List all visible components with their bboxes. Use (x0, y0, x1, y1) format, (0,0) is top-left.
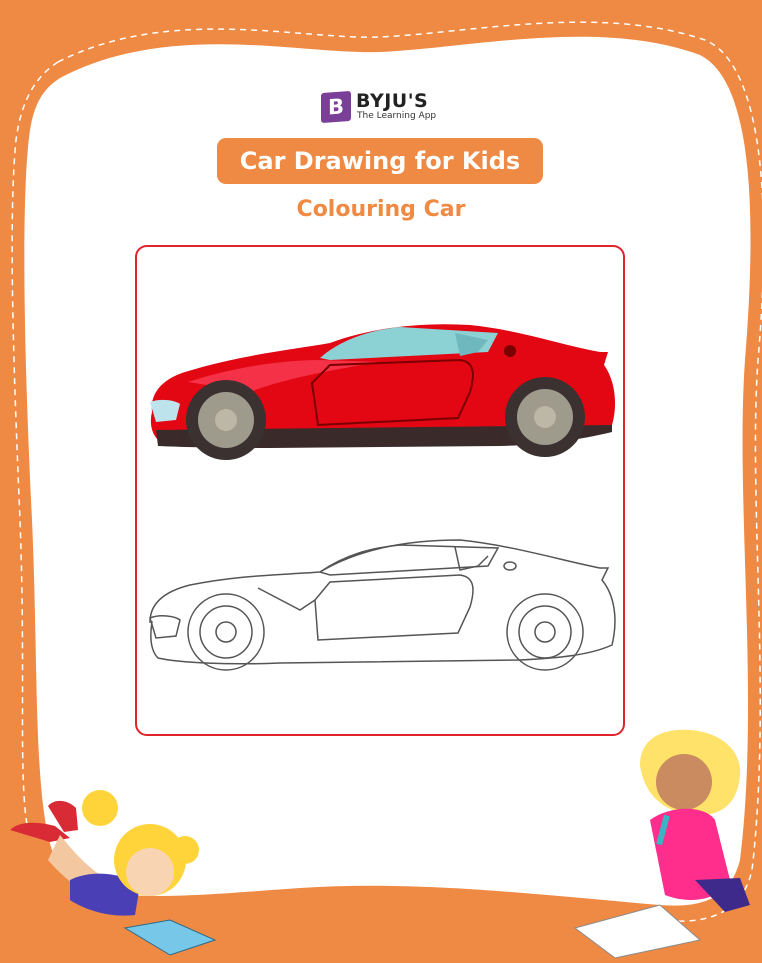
colored-car-illustration (150, 324, 616, 460)
outline-car-illustration (149, 539, 616, 671)
outline-front-wheel (187, 593, 265, 671)
girl-reading-illustration (10, 790, 217, 956)
colored-rear-wheel (505, 377, 585, 457)
girl-drawing-illustration (573, 729, 750, 959)
outline-rear-wheel (506, 593, 584, 671)
illustrations-layer (10, 324, 750, 959)
colored-front-wheel (186, 380, 266, 460)
